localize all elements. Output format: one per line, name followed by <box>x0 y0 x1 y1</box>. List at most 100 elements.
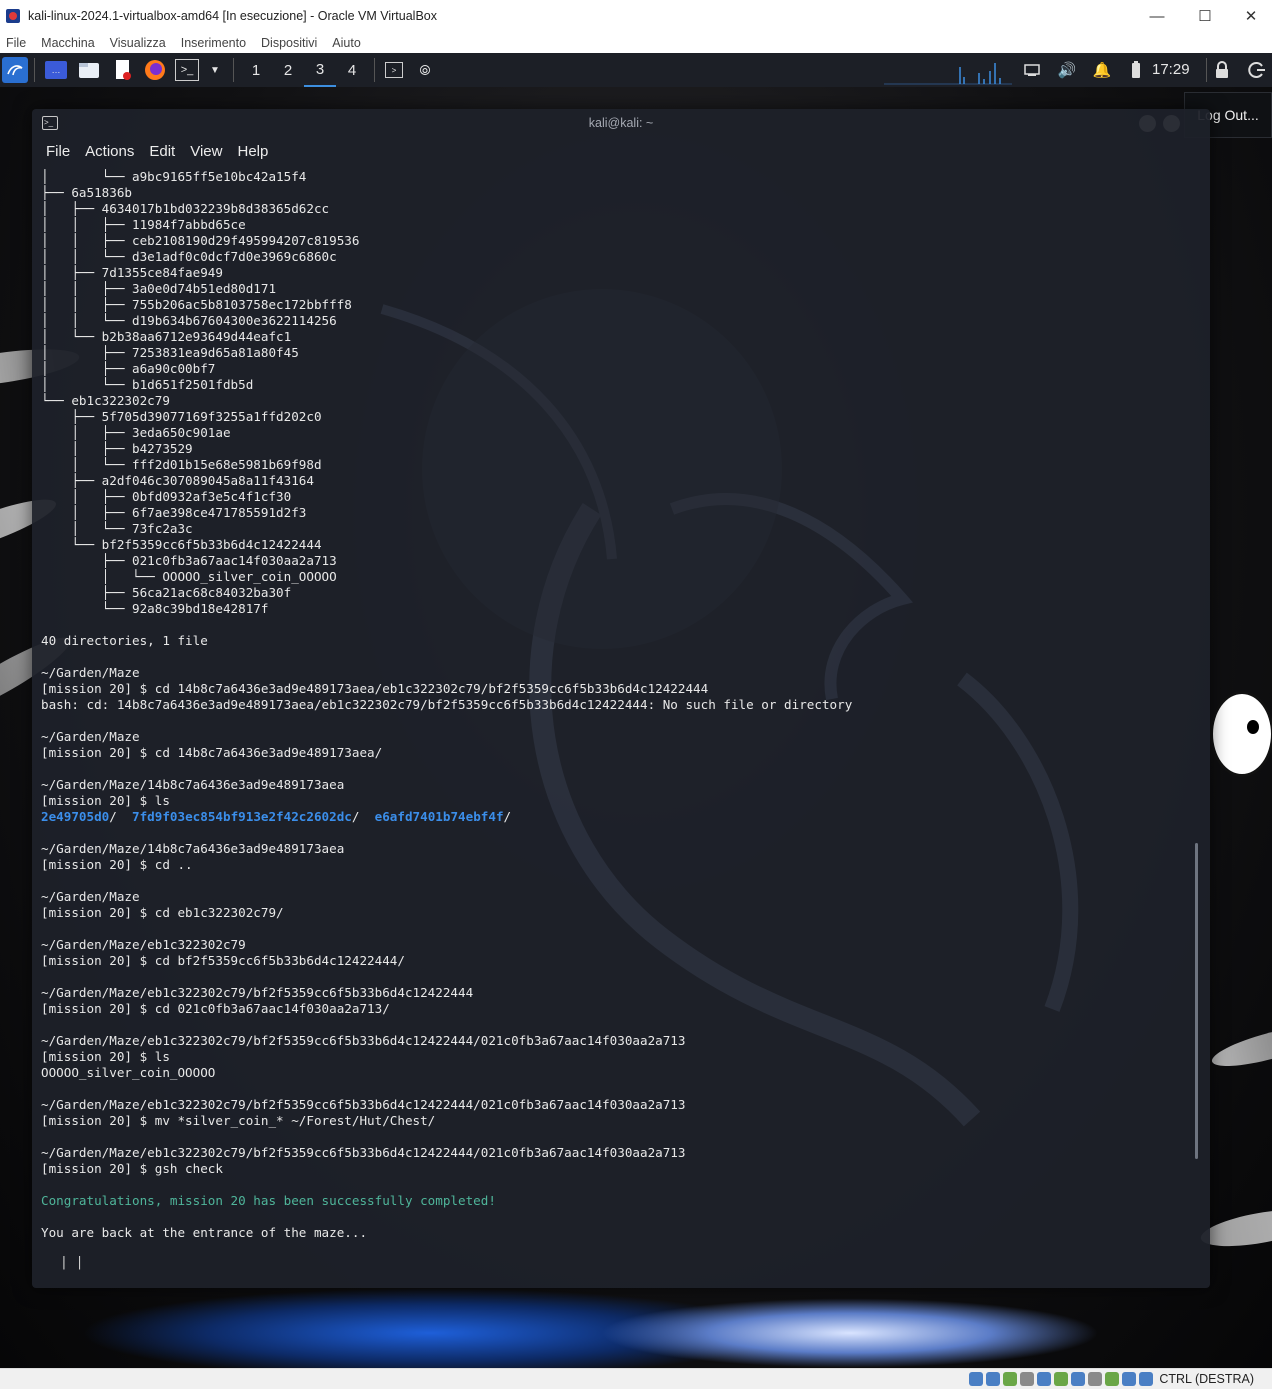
terminal-maximize-button[interactable] <box>1163 115 1180 132</box>
file-manager-icon[interactable] <box>77 58 101 82</box>
cpu-graph <box>884 63 1012 85</box>
terminal-line: │ │ ├── 3a0e0d74b51ed80d171 <box>41 281 277 296</box>
xeyes-widget <box>1210 691 1272 777</box>
terminal-line: ├── 6a51836b <box>41 185 132 200</box>
network-icon[interactable] <box>1020 58 1044 82</box>
terminal-line: [mission 20] $ ls <box>41 1049 170 1064</box>
hard-disk-icon[interactable] <box>969 1372 984 1386</box>
workspace-4[interactable]: 4 <box>336 53 368 87</box>
terminal-menu-view[interactable]: View <box>190 143 222 160</box>
firefox-icon[interactable] <box>143 58 167 82</box>
menu-inserimento[interactable]: Inserimento <box>181 36 246 50</box>
terminal-line: ~/Garden/Maze <box>41 665 140 680</box>
vbox-statusbar: CTRL (DESTRA) <box>0 1368 1272 1389</box>
terminal-line: │ └── 73fc2a3c <box>41 521 193 536</box>
panel-clock[interactable]: 17:29 <box>1152 53 1190 87</box>
notifications-icon[interactable]: 🔔 <box>1090 58 1114 82</box>
usb-icon[interactable] <box>1037 1372 1052 1386</box>
mouse-integration-icon[interactable] <box>1122 1372 1137 1386</box>
menu-aiuto[interactable]: Aiuto <box>332 36 361 50</box>
menu-macchina[interactable]: Macchina <box>41 36 95 50</box>
terminal-line: Congratulations, mission 20 has been suc… <box>41 1193 496 1208</box>
terminal-line: ~/Garden/Maze/eb1c322302c79/bf2f5359cc6f… <box>41 985 474 1000</box>
shared-folder-icon[interactable] <box>1054 1372 1069 1386</box>
terminal-line: ~/Garden/Maze <box>41 889 140 904</box>
terminal-line: │ └── b2b38aa6712e93649d44eafc1 <box>41 329 292 344</box>
terminal-line: │ │ └── d3e1adf0c0dcf7d0e3969c6860c <box>41 249 337 264</box>
terminal-line: [mission 20] $ ls <box>41 793 170 808</box>
terminal-prompt-cursor[interactable]: | | <box>60 1255 83 1270</box>
directory-name: 2e49705d0 <box>41 809 110 824</box>
terminal-menu-actions[interactable]: Actions <box>85 143 134 160</box>
vbox-menubar: File Macchina Visualizza Inserimento Dis… <box>0 32 1272 53</box>
terminal-line: OOOOO_silver_coin_OOOOO <box>41 1065 216 1080</box>
terminal-scrollbar[interactable] <box>1195 843 1198 1159</box>
terminal-line: [mission 20] $ cd 021c0fb3a67aac14f030aa… <box>41 1001 390 1016</box>
workspace-2[interactable]: 2 <box>272 53 304 87</box>
terminal-menu-edit[interactable]: Edit <box>149 143 175 160</box>
terminal-line: ~/Garden/Maze/eb1c322302c79/bf2f5359cc6f… <box>41 1033 686 1048</box>
terminal-line: ├── 5f705d39077169f3255a1ffd202c0 <box>41 409 322 424</box>
terminal-titlebar[interactable]: >_ kali@kali: ~ <box>32 109 1210 137</box>
lock-icon[interactable] <box>1210 58 1234 82</box>
network-adapter-icon[interactable] <box>1020 1372 1035 1386</box>
workspace-3[interactable]: 3 <box>304 53 336 87</box>
recording-icon[interactable] <box>1088 1372 1103 1386</box>
logout-icon[interactable] <box>1245 58 1269 82</box>
directory-name: e6afd7401b74ebf4f <box>374 809 504 824</box>
terminal-line: └── bf2f5359cc6f5b33b6d4c12422444 <box>41 537 322 552</box>
terminal-line: │ ├── a6a90c00bf7 <box>41 361 216 376</box>
menu-dispositivi[interactable]: Dispositivi <box>261 36 317 50</box>
terminal-line: │ │ ├── 11984f7abbd65ce <box>41 217 246 232</box>
menu-visualizza[interactable]: Visualizza <box>110 36 166 50</box>
volume-icon[interactable]: 🔊 <box>1055 58 1079 82</box>
terminal-icon[interactable]: >_ <box>175 59 199 81</box>
binoculars-icon[interactable]: ⦾ <box>413 58 437 82</box>
terminal-line: [mission 20] $ cd eb1c322302c79/ <box>41 905 284 920</box>
terminal-line: [mission 20] $ gsh check <box>41 1161 223 1176</box>
menu-file[interactable]: File <box>6 36 26 50</box>
terminal-output[interactable]: │ └── a9bc9165ff5e10bc42a15f4 ├── 6a51836… <box>41 169 1191 1269</box>
terminal-menu-help[interactable]: Help <box>237 143 268 160</box>
panel-separator <box>233 58 234 82</box>
vt-x-icon[interactable] <box>1105 1372 1120 1386</box>
close-button[interactable]: ✕ <box>1228 0 1272 32</box>
text-editor-icon[interactable] <box>111 58 135 82</box>
terminal-line: │ │ ├── 755b206ac5b8103758ec172bbfff8 <box>41 297 352 312</box>
terminal-line: ~/Garden/Maze/eb1c322302c79 <box>41 937 246 952</box>
optical-drive-icon[interactable] <box>986 1372 1001 1386</box>
battery-icon[interactable] <box>1124 58 1148 82</box>
terminal-menubar: File Actions Edit View Help <box>32 137 1210 165</box>
terminal-line: ~/Garden/Maze/eb1c322302c79/bf2f5359cc6f… <box>41 1145 686 1160</box>
workspace-1[interactable]: 1 <box>240 53 272 87</box>
panel-separator <box>1206 58 1207 82</box>
terminal-line: └── eb1c322302c79 <box>41 393 170 408</box>
audio-icon[interactable] <box>1003 1372 1018 1386</box>
panel-separator <box>374 58 375 82</box>
terminal-window[interactable]: >_ kali@kali: ~ File Actions Edit View H… <box>32 109 1210 1288</box>
desktop-icon[interactable]: … <box>45 61 67 79</box>
terminal-line: [mission 20] $ cd .. <box>41 857 193 872</box>
maximize-button[interactable]: ☐ <box>1182 0 1228 32</box>
terminal-line: 2e49705d0/ 7fd9f03ec854bf913e2f42c2602dc… <box>41 809 527 824</box>
display-icon[interactable] <box>1071 1372 1086 1386</box>
terminal-line: You are back at the entrance of the maze… <box>41 1225 368 1240</box>
kali-menu-icon[interactable] <box>2 57 28 83</box>
terminal-minimize-button[interactable] <box>1139 115 1156 132</box>
terminal-menu-file[interactable]: File <box>46 143 70 160</box>
terminal-launcher-icon[interactable]: > <box>385 62 403 78</box>
keyboard-capture-icon[interactable] <box>1139 1372 1154 1386</box>
terminal-line: │ ├── 6f7ae398ce471785591d2f3 <box>41 505 307 520</box>
terminal-line: ~/Garden/Maze/14b8c7a6436e3ad9e489173aea <box>41 841 345 856</box>
terminal-line: [mission 20] $ cd 14b8c7a6436e3ad9e48917… <box>41 681 709 696</box>
terminal-line: │ └── b1d651f2501fdb5d <box>41 377 254 392</box>
minimize-button[interactable]: — <box>1134 0 1180 32</box>
chevron-down-icon[interactable]: ▼ <box>203 58 227 82</box>
terminal-line: │ ├── 0bfd0932af3e5c4f1cf30 <box>41 489 292 504</box>
guest-screen: … >_ ▼ 1 2 3 4 > ⦾ 🔊 🔔 17:29 Log Out... … <box>0 53 1272 1368</box>
